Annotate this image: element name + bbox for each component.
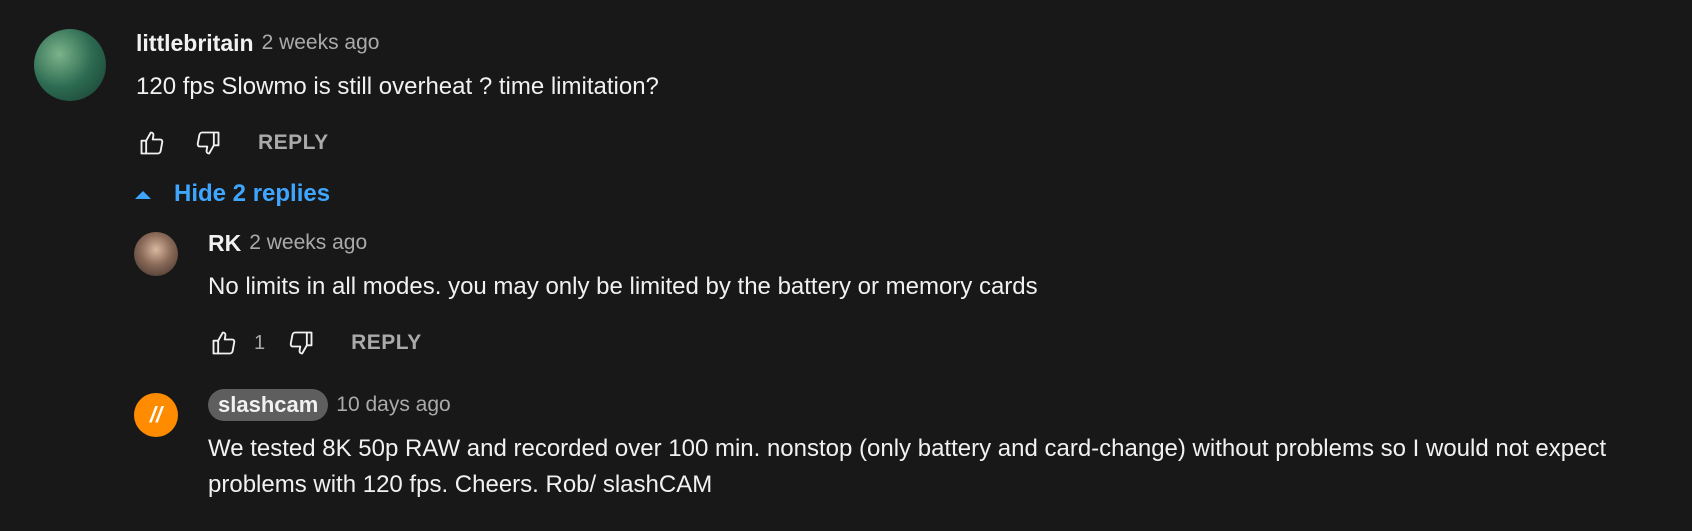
comment-text: We tested 8K 50p RAW and recorded over 1… [208, 435, 1607, 498]
comment-actions: 1 REPLY [208, 323, 1038, 363]
timestamp[interactable]: 2 weeks ago [262, 31, 380, 55]
thumbs-down-icon [196, 131, 220, 155]
comment-text: No limits in all modes. you may only be … [208, 273, 1038, 300]
dislike-button[interactable] [192, 127, 224, 159]
author-name[interactable]: littlebritain [136, 30, 254, 57]
dislike-button[interactable] [285, 327, 317, 359]
hide-replies-button[interactable]: Hide 2 replies [134, 180, 330, 208]
thumbs-up-icon [212, 331, 236, 355]
like-count: 1 [254, 331, 266, 354]
reply-slashcam: // slashcam 10 days ago We tested 8K 50p… [134, 389, 1608, 503]
comment-thread: littlebritain 2 weeks ago 120 fps Slowmo… [0, 0, 1692, 531]
like-button[interactable] [136, 127, 168, 159]
reply-button[interactable]: REPLY [351, 331, 422, 355]
comment-meta: littlebritain 2 weeks ago [136, 29, 659, 57]
thumbs-up-icon [140, 131, 164, 155]
avatar[interactable] [34, 29, 106, 101]
comment-text: 120 fps Slowmo is still overheat ? time … [136, 73, 659, 100]
reply-rk: RK 2 weeks ago No limits in all modes. y… [134, 229, 1038, 363]
comment-meta: RK 2 weeks ago [208, 229, 1038, 257]
hide-replies-label: Hide 2 replies [174, 180, 331, 207]
like-button[interactable] [208, 327, 240, 359]
thumbs-down-icon [289, 331, 313, 355]
comment-littlebritain: littlebritain 2 weeks ago 120 fps Slowmo… [34, 29, 659, 163]
comment-actions: REPLY [136, 123, 659, 163]
comment-body: slashcam 10 days ago We tested 8K 50p RA… [208, 389, 1608, 503]
comment-body: littlebritain 2 weeks ago 120 fps Slowmo… [136, 29, 659, 163]
author-name[interactable]: RK [208, 230, 241, 257]
avatar[interactable] [134, 232, 178, 276]
reply-button[interactable]: REPLY [258, 131, 329, 155]
comment-meta: slashcam 10 days ago [208, 389, 1608, 421]
avatar[interactable]: // [134, 393, 178, 437]
creator-author-badge[interactable]: slashcam [208, 389, 329, 421]
timestamp[interactable]: 2 weeks ago [249, 231, 367, 255]
avatar-glyph: // [149, 402, 163, 427]
caret-up-icon [135, 191, 151, 199]
timestamp[interactable]: 10 days ago [336, 393, 450, 417]
comment-body: RK 2 weeks ago No limits in all modes. y… [208, 229, 1038, 363]
